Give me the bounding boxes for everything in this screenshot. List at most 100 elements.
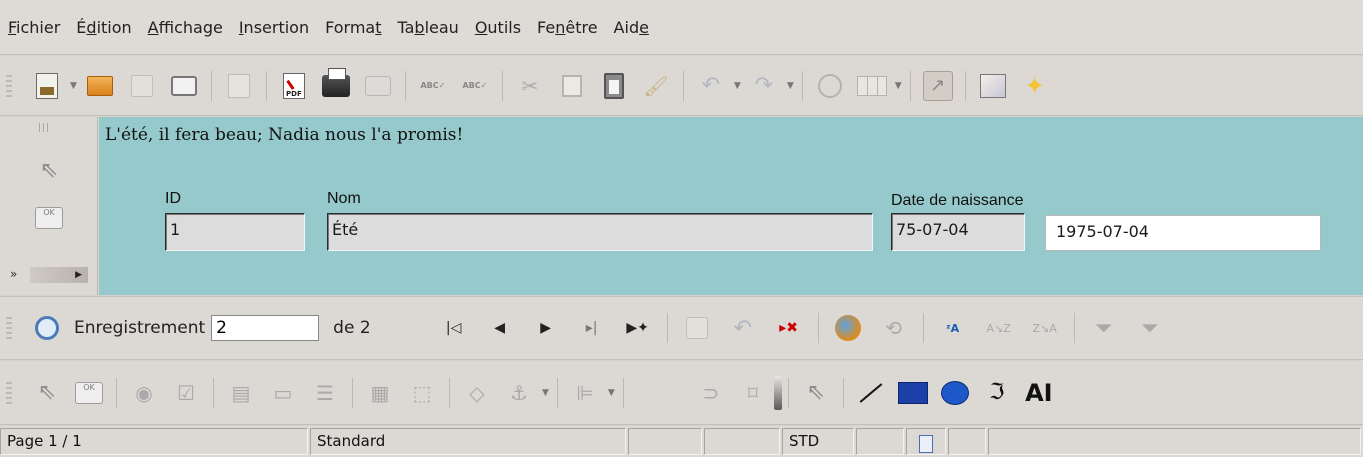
toolbar-separator <box>556 377 558 408</box>
email-button[interactable] <box>169 71 199 101</box>
sort-ascending-icon: A↘Z <box>986 321 1011 335</box>
menu-format[interactable]: Format <box>325 18 381 37</box>
freeform-button[interactable]: ℑ <box>982 378 1012 408</box>
delete-record-button[interactable]: ▸✖ <box>774 313 804 343</box>
edit-file-button[interactable] <box>224 71 254 101</box>
toolbar-size-handle[interactable] <box>773 375 782 410</box>
form-design-button[interactable]: ▤ <box>226 378 256 408</box>
text-box-control[interactable]: ▭ <box>268 378 298 408</box>
search-record-button[interactable] <box>32 313 62 343</box>
new-document-button[interactable] <box>32 71 62 101</box>
ellipse-button[interactable] <box>940 378 970 408</box>
side-toolbar-expand-arrow[interactable]: ▶ <box>30 267 88 283</box>
menu-tableau[interactable]: Tableau <box>397 18 458 37</box>
menu-insertion[interactable]: Insertion <box>239 18 309 37</box>
undo-dropdown-arrow-icon[interactable]: ▼ <box>734 81 741 91</box>
status-insert-mode[interactable] <box>704 428 780 455</box>
draw-select-button[interactable]: ⇖ <box>801 378 831 408</box>
line-button[interactable] <box>856 378 886 408</box>
side-toolbar-grip[interactable]: ||| <box>38 123 50 133</box>
more-controls-icon[interactable]: » <box>10 267 17 281</box>
redo-button[interactable]: ↷ <box>749 71 779 101</box>
text-button[interactable]: AI <box>1024 378 1054 408</box>
new-dropdown-arrow-icon[interactable]: ▼ <box>70 81 77 91</box>
align-button[interactable]: ⊫ <box>570 378 600 408</box>
date-short-field[interactable]: 75-07-04 <box>891 213 1025 251</box>
menu-fenetre[interactable]: Fenêtre <box>537 18 598 37</box>
gallery-button[interactable] <box>978 71 1008 101</box>
anchor-dropdown-arrow-icon[interactable]: ▼ <box>542 388 549 398</box>
group-box-control[interactable]: ⬚ <box>407 378 437 408</box>
clone-format-button[interactable]: 🖌 <box>641 71 671 101</box>
select-button[interactable]: ⇖ <box>32 378 62 408</box>
side-push-button[interactable]: OK <box>34 203 64 233</box>
open-button[interactable] <box>85 71 115 101</box>
frame-control[interactable]: ◇ <box>462 378 492 408</box>
record-number-input[interactable] <box>211 315 320 341</box>
table-button[interactable] <box>856 71 887 101</box>
refresh-button[interactable] <box>833 313 863 343</box>
undo-record-button[interactable]: ↶ <box>728 313 758 343</box>
table-dropdown-arrow-icon[interactable]: ▼ <box>895 81 902 91</box>
save-record-button[interactable] <box>682 313 712 343</box>
status-style[interactable]: Standard <box>310 428 626 455</box>
autofilter-button[interactable]: ⏷ <box>1089 313 1119 343</box>
paste-button[interactable] <box>599 71 629 101</box>
open-folder-icon <box>86 75 113 96</box>
nom-field[interactable]: Été <box>327 213 873 251</box>
redo-dropdown-arrow-icon[interactable]: ▼ <box>787 81 794 91</box>
menu-outils[interactable]: Outils <box>475 18 521 37</box>
new-record-button[interactable]: ▶✦ <box>623 313 653 343</box>
search-record-icon <box>35 316 59 340</box>
menu-edition[interactable]: Édition <box>76 18 131 37</box>
print-button[interactable] <box>321 67 351 101</box>
status-hyperlink[interactable] <box>856 428 904 455</box>
previous-record-button[interactable]: ◀ <box>485 313 515 343</box>
toolbar-separator <box>404 70 406 101</box>
option-button-control[interactable]: ◉ <box>129 378 159 408</box>
sort-ascending-button[interactable]: A↘Z <box>984 313 1014 343</box>
cut-button[interactable]: ✂ <box>515 71 545 101</box>
combo-box-control[interactable]: ▦ <box>365 378 395 408</box>
menu-affichage[interactable]: Affichage <box>148 18 223 37</box>
last-record-button[interactable]: ▸| <box>577 313 607 343</box>
export-pdf-button[interactable]: PDF <box>279 71 309 101</box>
first-record-button[interactable]: |◁ <box>439 313 469 343</box>
print-preview-button[interactable] <box>363 71 393 101</box>
spellcheck-button[interactable]: ABC✓ <box>418 71 448 101</box>
id-field[interactable]: 1 <box>165 213 305 251</box>
design-mode-button[interactable]: ↗ <box>922 70 953 101</box>
align-dropdown-arrow-icon[interactable]: ▼ <box>608 388 615 398</box>
checkbox-control[interactable]: ☑ <box>171 378 201 408</box>
wrap-button[interactable]: ⊃ <box>696 378 726 408</box>
list-box-control[interactable]: ☰ <box>310 378 340 408</box>
autospellcheck-button[interactable]: ABC✓ <box>460 71 490 101</box>
copy-button[interactable] <box>557 71 587 101</box>
star-button[interactable]: ✦ <box>1020 71 1050 101</box>
sort-descending-button[interactable]: Z↘A <box>1030 313 1060 343</box>
menu-fichier[interactable]: Fichier <box>8 18 60 37</box>
save-record-icon <box>685 317 708 339</box>
side-select-button[interactable]: ⇖ <box>34 155 64 185</box>
status-document-modified[interactable] <box>906 428 946 455</box>
undo-button[interactable]: ↶ <box>696 71 726 101</box>
refresh-control-button[interactable]: ⟲ <box>879 313 909 343</box>
push-button-control[interactable]: OK <box>74 378 104 408</box>
filter-button[interactable]: ⏷ <box>1135 313 1165 343</box>
status-selection-mode[interactable]: STD <box>782 428 854 455</box>
navigator-button[interactable] <box>815 71 845 101</box>
status-page[interactable]: Page 1 / 1 <box>0 428 308 455</box>
sort-button[interactable]: ᶻA <box>938 313 968 343</box>
toolbar-grip[interactable] <box>6 381 12 404</box>
frame-button[interactable]: ⌑ <box>738 378 768 408</box>
save-button[interactable] <box>127 71 157 101</box>
rectangle-button[interactable] <box>897 378 928 408</box>
toolbar-grip[interactable] <box>6 317 12 339</box>
menu-aide[interactable]: Aide <box>614 18 649 37</box>
next-record-button[interactable]: ▶ <box>531 313 561 343</box>
toolbar-grip[interactable] <box>6 74 12 97</box>
status-language[interactable] <box>628 428 702 455</box>
status-digital-signature[interactable] <box>948 428 986 455</box>
date-long-field[interactable]: 1975-07-04 <box>1045 215 1321 251</box>
anchor-button[interactable]: ⚓ <box>504 378 534 408</box>
